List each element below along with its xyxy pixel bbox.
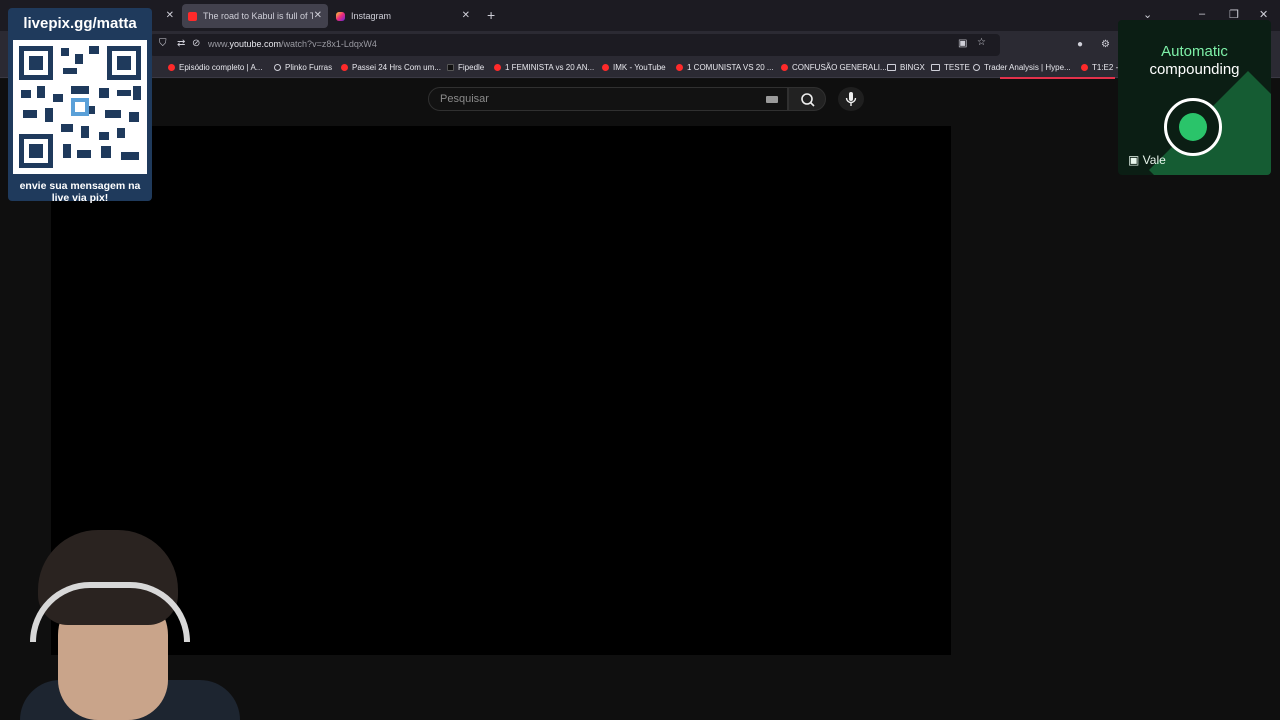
microphone-icon — [845, 92, 857, 106]
livepix-overlay: livepix.gg/matta envie sua mensagem na l… — [8, 8, 152, 204]
bookmark-label: Episódio completo | A... — [179, 63, 263, 72]
bookmark-item[interactable]: Trader Analysis | Hype... — [973, 63, 1071, 72]
bookmark-item[interactable]: T1:E2 - — [1081, 63, 1118, 72]
footer-line-2: live via pix! — [51, 192, 109, 204]
extensions-icon[interactable]: ⚙ — [1101, 39, 1110, 50]
bookmark-star-icon[interactable]: ☆ — [977, 37, 986, 48]
bookmark-label: Plinko Furras — [285, 63, 333, 72]
tab-hidden[interactable]: ✕ — [150, 4, 180, 28]
bookmark-item[interactable]: Fipedle — [447, 63, 484, 72]
livepix-url: livepix.gg/matta — [23, 15, 137, 32]
bookmarks-toolbar: Episódio completo | A... Plinko Furras P… — [0, 59, 1280, 78]
screen: ✕ The road to Kabul is full of Talil ✕ I… — [0, 0, 1280, 720]
globe-icon — [973, 64, 980, 71]
bookmark-label: T1:E2 - — [1092, 63, 1119, 72]
youtube-icon — [341, 64, 348, 71]
ad-brand-label: Vale — [1142, 153, 1166, 167]
search-button[interactable] — [788, 87, 826, 111]
bookmark-label: 1 FEMINISTA vs 20 AN... — [505, 63, 595, 72]
new-tab-button[interactable]: + — [487, 8, 495, 22]
bookmark-label: BINGX — [900, 63, 925, 72]
qr-code-icon — [13, 40, 147, 174]
search-icon — [801, 93, 815, 107]
bookmark-folder[interactable]: BINGX — [887, 63, 925, 72]
bookmark-label: IMK - YouTube — [613, 63, 666, 72]
ad-headline: Automatic compounding — [1118, 43, 1271, 79]
tab-title: The road to Kabul is full of Talil — [203, 11, 313, 21]
footer-line-1: envie sua mensagem na — [19, 180, 141, 192]
streamer-webcam — [0, 530, 240, 720]
youtube-icon — [168, 64, 175, 71]
ad-line-1: Automatic — [1161, 43, 1228, 60]
bookmark-item[interactable]: Episódio completo | A... — [168, 63, 262, 72]
bookmark-folder[interactable]: TESTE — [931, 63, 970, 72]
fipedle-icon — [447, 64, 454, 71]
bookmark-label: Trader Analysis | Hype... — [984, 63, 1071, 72]
instagram-icon — [336, 11, 345, 21]
voice-search-button[interactable] — [838, 87, 864, 111]
permissions-icon[interactable]: ⇄ — [177, 38, 185, 49]
ad-line-2: compounding — [1149, 61, 1240, 78]
bookmark-item[interactable]: Passei 24 Hrs Com um... — [341, 63, 441, 72]
tab-youtube-video[interactable]: The road to Kabul is full of Talil ✕ — [182, 4, 328, 28]
extension-c-icon[interactable]: ● — [1077, 39, 1083, 50]
youtube-icon — [494, 64, 501, 71]
youtube-icon — [188, 11, 197, 21]
youtube-icon — [602, 64, 609, 71]
ad-overlay: Automatic compounding ▣ Vale — [1118, 20, 1271, 175]
url-bar[interactable]: ⛉ ⇄ ⊘ www.youtube.com/watch?v=z8x1-LdqxW… — [150, 34, 1000, 56]
livepix-footer: envie sua mensagem na live via pix! — [8, 180, 152, 204]
reader-view-icon[interactable]: ▣ — [958, 38, 967, 49]
bookmark-item[interactable]: CONFUSÃO GENERALI... — [781, 63, 887, 72]
youtube-icon — [676, 64, 683, 71]
folder-icon — [931, 64, 940, 71]
bookmark-item[interactable]: 1 FEMINISTA vs 20 AN... — [494, 63, 594, 72]
bookmark-item[interactable]: Plinko Furras — [274, 63, 332, 72]
bookmark-label: Fipedle — [458, 63, 485, 72]
close-tab-icon[interactable]: ✕ — [166, 10, 174, 21]
bookmark-label: Passei 24 Hrs Com um... — [352, 63, 441, 72]
youtube-icon — [1081, 64, 1088, 71]
search-input[interactable]: Pesquisar — [440, 93, 489, 105]
ad-brand: ▣ Vale — [1128, 153, 1166, 167]
url-text: www.youtube.com/watch?v=z8x1-LdqxW4 — [208, 39, 377, 49]
bookmark-item[interactable]: 1 COMUNISTA VS 20 ... — [676, 63, 774, 72]
search-box[interactable]: Pesquisar — [428, 87, 788, 111]
minimize-icon[interactable]: – — [1199, 8, 1205, 20]
bookmark-label: CONFUSÃO GENERALI... — [792, 63, 887, 72]
tab-instagram[interactable]: Instagram ✕ — [330, 4, 476, 28]
close-tab-icon[interactable]: ✕ — [314, 10, 322, 21]
tab-title: Instagram — [351, 11, 392, 21]
coins-icon — [1164, 98, 1222, 156]
shield-icon[interactable]: ⛉ — [159, 38, 167, 49]
bookmark-item[interactable]: IMK - YouTube — [602, 63, 666, 72]
globe-icon — [274, 64, 281, 71]
keyboard-icon[interactable] — [766, 96, 778, 103]
close-tab-icon[interactable]: ✕ — [462, 10, 470, 21]
youtube-icon — [781, 64, 788, 71]
bookmark-label: 1 COMUNISTA VS 20 ... — [687, 63, 774, 72]
bookmark-label: TESTE — [944, 63, 970, 72]
tracking-off-icon[interactable]: ⊘ — [192, 38, 200, 49]
browser-tab-strip: ✕ The road to Kabul is full of Talil ✕ I… — [0, 0, 1280, 31]
navigation-toolbar: ⛉ ⇄ ⊘ www.youtube.com/watch?v=z8x1-LdqxW… — [0, 31, 1280, 59]
folder-icon — [887, 64, 896, 71]
